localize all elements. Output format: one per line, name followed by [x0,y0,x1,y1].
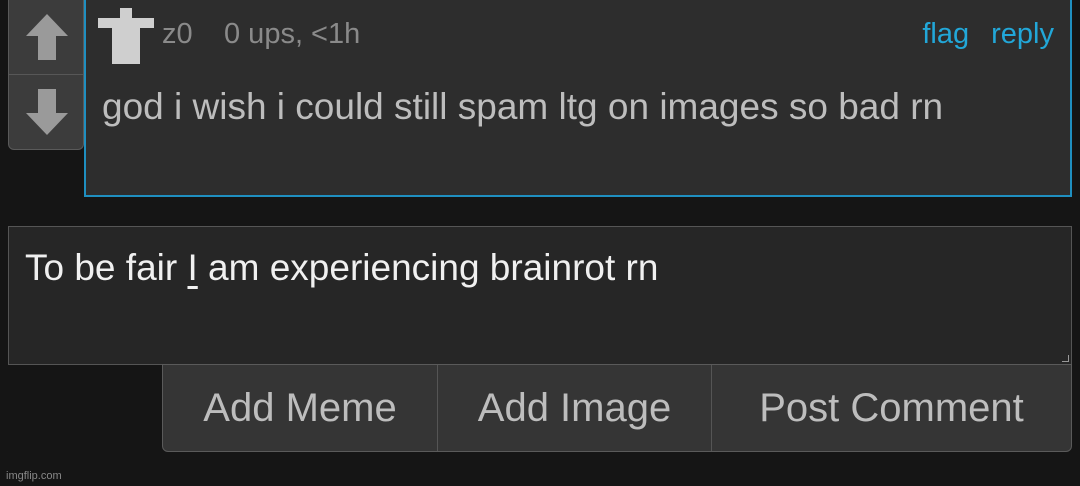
reply-text-after: am experiencing brainrot rn [197,247,659,288]
reply-text-cursor-word: I [187,247,198,288]
comment-actions: flag reply [908,18,1054,51]
watermark: imgflip.com [6,470,62,482]
reply-text-before: To be fair [25,247,188,288]
upvote-button[interactable] [9,0,85,74]
comment-card: z0 0 ups, <1h flag reply god i wish i co… [84,0,1072,197]
flag-link[interactable]: flag [922,18,969,50]
reply-text: To be fair I am experiencing brainrot rn [25,247,658,289]
post-comment-button[interactable]: Post Comment [712,365,1071,451]
reply-link[interactable]: reply [991,18,1054,50]
resize-handle[interactable] [1062,355,1069,362]
arrow-down-icon [26,89,68,135]
vote-panel [8,0,84,150]
comment-meta: 0 ups, <1h [224,18,361,50]
comment-body: god i wish i could still spam ltg on ima… [102,86,944,127]
add-meme-button[interactable]: Add Meme [163,365,438,451]
avatar[interactable] [96,6,156,66]
comment-button-row: Add Meme Add Image Post Comment [162,364,1072,452]
downvote-button[interactable] [9,75,85,149]
arrow-up-icon [26,14,68,60]
add-image-button[interactable]: Add Image [438,365,712,451]
comment-username[interactable]: z0 [162,18,193,51]
reply-textarea[interactable]: To be fair I am experiencing brainrot rn [8,226,1072,365]
